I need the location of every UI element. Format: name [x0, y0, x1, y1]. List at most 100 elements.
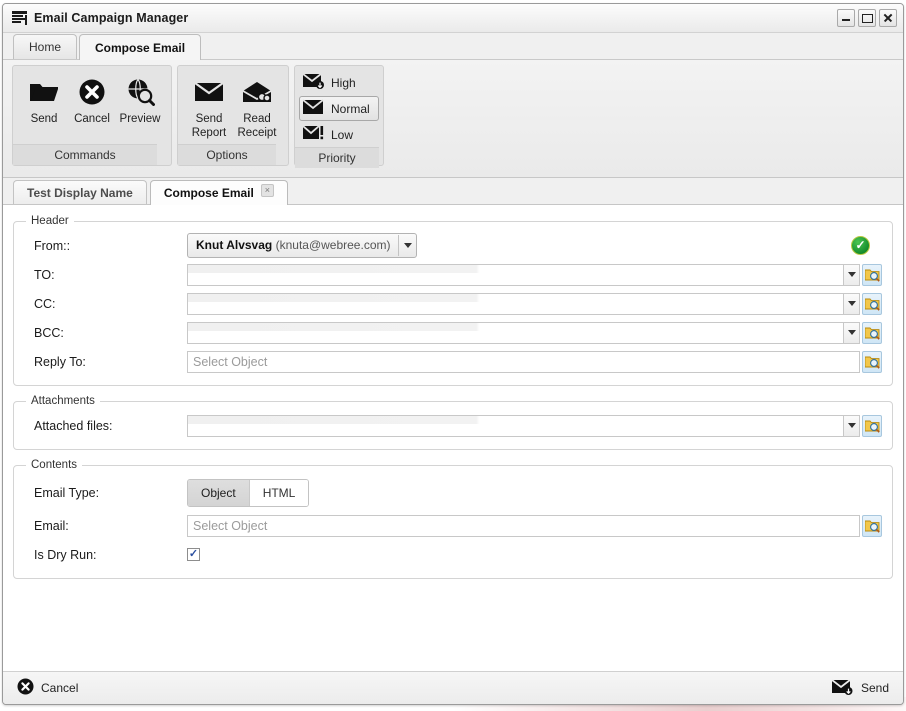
section-contents-legend: Contents: [31, 459, 78, 471]
ribbon-tab-home[interactable]: Home: [13, 34, 78, 59]
ribbon-button-cancel-label: Cancel: [74, 113, 110, 125]
document-tab-compose-email-label: Compose Email: [163, 186, 254, 200]
email-type-option-html[interactable]: HTML: [248, 480, 309, 506]
field-row-email-type: Email Type: Object HTML: [24, 475, 882, 511]
footer-send-label: Send: [860, 681, 889, 695]
footer-cancel-button[interactable]: Cancel: [17, 678, 78, 698]
document-tab-test-display-name-label: Test Display Name: [27, 185, 133, 200]
is-dry-run-label: Is Dry Run:: [34, 547, 97, 562]
bcc-browse-folder-search-icon[interactable]: [862, 321, 882, 344]
close-button[interactable]: [879, 9, 897, 27]
window-controls: [837, 9, 897, 27]
ribbon-group-options: Send Report Read Receipt Options: [177, 65, 289, 166]
field-row-cc: CC:: [24, 289, 882, 318]
section-header-legend: Header: [31, 215, 69, 227]
ribbon-button-send[interactable]: Send: [20, 72, 68, 126]
ribbon-group-priority: High Normal Low Priority: [294, 65, 384, 168]
envelope-high-icon: [302, 73, 325, 92]
cc-label: CC:: [34, 296, 56, 311]
is-dry-run-checkbox[interactable]: ✓: [187, 548, 200, 561]
chevron-down-icon: [398, 235, 416, 256]
footer-bar: Cancel Send: [3, 671, 903, 704]
attached-files-browse-folder-search-icon[interactable]: [862, 414, 882, 437]
title-bar: Email Campaign Manager: [3, 4, 903, 33]
reply-to-label: Reply To:: [34, 354, 86, 369]
reply-to-input[interactable]: [187, 350, 860, 373]
attached-files-input[interactable]: [187, 414, 844, 437]
field-row-email: Email:: [24, 511, 882, 540]
section-contents: Contents Email Type: Object HTML Email:: [13, 459, 893, 579]
envelope-send-icon: [831, 678, 854, 698]
envelope-normal-icon: [302, 99, 325, 118]
ribbon-button-send-report-line1: Send: [195, 113, 223, 125]
priority-option-normal-label: Normal: [331, 101, 370, 116]
document-tab-test-display-name[interactable]: Test Display Name: [13, 180, 147, 204]
field-row-bcc: BCC:: [24, 318, 882, 347]
ribbon-button-preview-label: Preview: [119, 113, 161, 125]
globe-search-icon: [125, 75, 155, 109]
ribbon-button-read-receipt-line2: Receipt: [237, 127, 277, 139]
valid-check-icon: ✓: [851, 236, 870, 255]
envelope-low-icon: [302, 125, 325, 144]
cc-input[interactable]: [187, 292, 844, 315]
minimize-button[interactable]: [837, 9, 855, 27]
to-dropdown-chevron-down-icon[interactable]: [844, 263, 860, 286]
field-row-attached-files: Attached files:: [24, 411, 882, 440]
from-name: Knut Alvsvag: [196, 238, 273, 252]
field-row-is-dry-run: Is Dry Run: ✓: [24, 540, 882, 569]
maximize-button[interactable]: [858, 9, 876, 27]
folder-open-icon: [29, 75, 59, 109]
attached-files-label: Attached files:: [34, 418, 113, 433]
email-type-option-object[interactable]: Object: [188, 480, 249, 506]
section-attachments: Attachments Attached files:: [13, 395, 893, 450]
ribbon-button-preview[interactable]: Preview: [116, 72, 164, 126]
envelope-open-gear-icon: [242, 75, 272, 109]
ribbon-button-send-label: Send: [30, 113, 58, 125]
section-attachments-legend: Attachments: [31, 395, 95, 407]
from-combobox[interactable]: Knut Alvsvag (knuta@webree.com): [187, 233, 418, 258]
document-tab-close-icon[interactable]: ×: [260, 183, 274, 197]
bcc-input[interactable]: [187, 321, 844, 344]
ribbon-button-cancel[interactable]: Cancel: [68, 72, 116, 126]
email-browse-folder-search-icon[interactable]: [862, 514, 882, 537]
from-email: (knuta@webree.com): [275, 238, 391, 252]
ribbon-toolbar: Send Cancel Preview Commands Send Report…: [3, 60, 903, 178]
reply-to-browse-folder-search-icon[interactable]: [862, 350, 882, 373]
envelope-icon: [194, 75, 224, 109]
email-type-label: Email Type:: [34, 486, 100, 500]
to-browse-folder-search-icon[interactable]: [862, 263, 882, 286]
ribbon-tab-strip: Home Compose Email: [3, 33, 903, 60]
footer-send-button[interactable]: Send: [831, 678, 889, 698]
priority-option-normal[interactable]: Normal: [299, 96, 379, 121]
section-header: Header From:: Knut Alvsvag (knuta@webree…: [13, 215, 893, 386]
list-window-icon: [12, 11, 27, 25]
document-tab-strip: Test Display Name Compose Email ×: [3, 178, 903, 205]
application-window: Email Campaign Manager Home Compose Emai…: [2, 3, 904, 705]
priority-option-low[interactable]: Low: [299, 122, 379, 147]
ribbon-tab-compose-email[interactable]: Compose Email: [79, 34, 202, 60]
email-input[interactable]: [187, 514, 860, 537]
priority-option-low-label: Low: [331, 127, 354, 142]
ribbon-button-read-receipt[interactable]: Read Receipt: [233, 72, 281, 140]
cc-dropdown-chevron-down-icon[interactable]: [844, 292, 860, 315]
email-label: Email:: [34, 518, 69, 533]
document-tab-compose-email[interactable]: Compose Email ×: [149, 180, 288, 205]
attached-files-dropdown-chevron-down-icon[interactable]: [844, 414, 860, 437]
field-row-to: TO:: [24, 260, 882, 289]
window-title: Email Campaign Manager: [34, 11, 189, 25]
cc-browse-folder-search-icon[interactable]: [862, 292, 882, 315]
cancel-circle-icon: [17, 678, 34, 698]
checkmark-icon: ✓: [188, 547, 199, 560]
email-type-toggle-group: Object HTML: [187, 479, 310, 507]
from-label: From::: [34, 238, 71, 253]
bcc-dropdown-chevron-down-icon[interactable]: [844, 321, 860, 344]
ribbon-group-priority-title: Priority: [295, 147, 379, 168]
to-input[interactable]: [187, 263, 844, 286]
bcc-label: BCC:: [34, 325, 64, 340]
to-label: TO:: [34, 267, 55, 282]
footer-cancel-label: Cancel: [41, 681, 79, 695]
ribbon-button-read-receipt-line1: Read: [243, 113, 271, 125]
ribbon-group-commands: Send Cancel Preview Commands: [12, 65, 172, 166]
ribbon-button-send-report[interactable]: Send Report: [185, 72, 233, 140]
priority-option-high[interactable]: High: [299, 70, 379, 95]
